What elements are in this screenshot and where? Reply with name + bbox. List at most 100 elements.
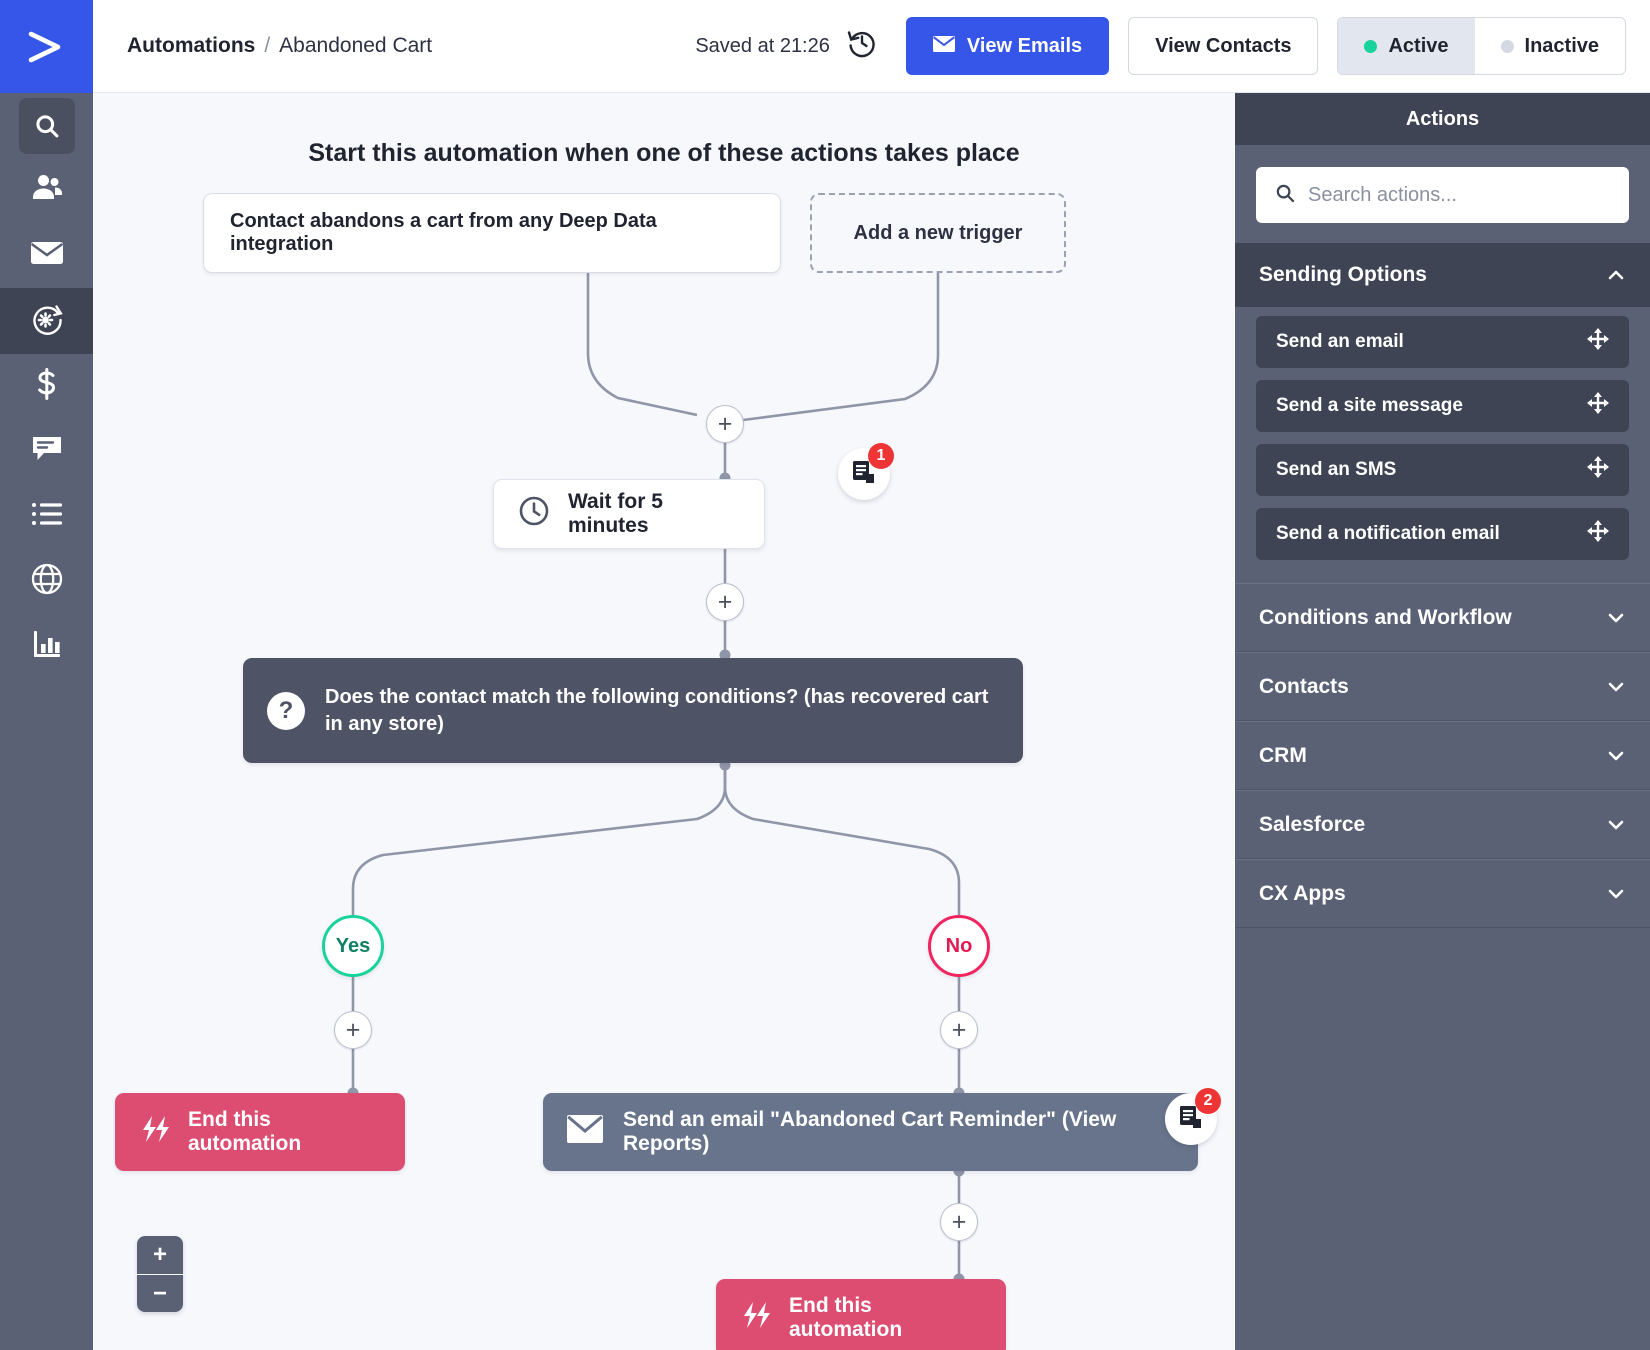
clock-icon bbox=[518, 495, 550, 533]
history-clock-icon[interactable] bbox=[846, 27, 878, 65]
step-wait-report-badge[interactable]: 1 bbox=[838, 443, 894, 500]
action-group-body-sending-options: Send an email Send a site message Send a… bbox=[1235, 307, 1650, 583]
move-handle-icon[interactable] bbox=[1587, 520, 1609, 548]
move-handle-icon[interactable] bbox=[1587, 392, 1609, 420]
sidebar-item-search[interactable] bbox=[0, 93, 93, 158]
group-label: Salesforce bbox=[1259, 812, 1366, 836]
envelope-icon bbox=[932, 35, 955, 58]
action-item-label: Send an email bbox=[1276, 331, 1404, 352]
search-actions-input[interactable] bbox=[1308, 183, 1611, 207]
plus-icon: + bbox=[717, 409, 733, 438]
report-count-badge: 2 bbox=[1195, 1088, 1221, 1114]
step-condition[interactable]: ? Does the contact match the following c… bbox=[243, 658, 1023, 763]
move-handle-icon[interactable] bbox=[1587, 456, 1609, 484]
add-step-button[interactable]: + bbox=[706, 405, 744, 443]
search-actions-box[interactable] bbox=[1256, 167, 1629, 223]
list-icon bbox=[31, 501, 63, 532]
add-step-button[interactable]: + bbox=[940, 1203, 978, 1241]
end-automation-label: End this automation bbox=[188, 1108, 302, 1155]
action-group-header-cx-apps[interactable]: CX Apps bbox=[1235, 859, 1650, 928]
step-end-automation-no[interactable]: End this automation bbox=[716, 1279, 1006, 1350]
step-wait-label: Wait for 5 minutes bbox=[568, 490, 663, 537]
chevron-down-icon bbox=[1606, 746, 1626, 766]
end-automation-icon bbox=[139, 1115, 171, 1149]
group-label: CRM bbox=[1259, 743, 1307, 767]
plus-icon: + bbox=[717, 587, 733, 616]
topbar-actions: View Emails View Contacts Active Inactiv… bbox=[905, 17, 1626, 75]
group-label: CX Apps bbox=[1259, 881, 1346, 905]
action-group-header-contacts[interactable]: Contacts bbox=[1235, 652, 1650, 721]
view-emails-button[interactable]: View Emails bbox=[905, 17, 1110, 75]
globe-icon bbox=[31, 563, 63, 600]
step-condition-label: Does the contact match the following con… bbox=[325, 686, 989, 735]
step-end-automation-yes[interactable]: End this automation bbox=[115, 1093, 405, 1171]
saved-at-label: Saved at 21:26 bbox=[695, 34, 830, 57]
sidebar-item-reports[interactable] bbox=[0, 614, 93, 679]
group-label: Conditions and Workflow bbox=[1259, 605, 1512, 629]
chevron-down-icon bbox=[1606, 608, 1626, 628]
step-wait[interactable]: Wait for 5 minutes bbox=[493, 479, 765, 549]
add-step-button[interactable]: + bbox=[334, 1011, 372, 1049]
sidebar-item-conversations[interactable] bbox=[0, 419, 93, 484]
sidebar-item-lists[interactable] bbox=[0, 484, 93, 549]
status-inactive-option[interactable]: Inactive bbox=[1474, 18, 1625, 74]
breadcrumb-current: Abandoned Cart bbox=[279, 34, 433, 57]
step-send-email-label: Send an email "Abandoned Cart Reminder" … bbox=[623, 1108, 1117, 1155]
search-icon bbox=[1274, 182, 1296, 209]
primary-navigation-rail bbox=[0, 0, 93, 1350]
trigger-card-deep-data[interactable]: Contact abandons a cart from any Deep Da… bbox=[203, 193, 781, 273]
zoom-out-button[interactable]: − bbox=[137, 1274, 183, 1312]
action-item-send-an-sms[interactable]: Send an SMS bbox=[1256, 444, 1629, 496]
activecampaign-logo-icon[interactable] bbox=[0, 0, 93, 93]
view-contacts-button[interactable]: View Contacts bbox=[1128, 17, 1319, 75]
branch-yes-label: Yes bbox=[335, 934, 371, 957]
top-bar: Automations / Abandoned Cart Saved at 21… bbox=[93, 0, 1650, 93]
sidebar-item-automations[interactable] bbox=[0, 288, 93, 354]
group-label: Contacts bbox=[1259, 674, 1349, 698]
breadcrumb-separator: / bbox=[264, 34, 271, 57]
action-item-send-a-site-message[interactable]: Send a site message bbox=[1256, 380, 1629, 432]
inactive-status-dot bbox=[1500, 39, 1514, 53]
action-group-header-salesforce[interactable]: Salesforce bbox=[1235, 790, 1650, 859]
envelope-icon bbox=[30, 240, 64, 271]
sidebar-item-website[interactable] bbox=[0, 549, 93, 614]
breadcrumb: Automations / Abandoned Cart bbox=[127, 34, 432, 58]
step-send-email[interactable]: Send an email "Abandoned Cart Reminder" … bbox=[543, 1093, 1198, 1171]
sidebar-item-deals[interactable] bbox=[0, 354, 93, 419]
chevron-up-icon bbox=[1606, 265, 1626, 285]
move-handle-icon[interactable] bbox=[1587, 328, 1609, 356]
zoom-in-button[interactable]: + bbox=[137, 1236, 183, 1274]
action-group-header-crm[interactable]: CRM bbox=[1235, 721, 1650, 790]
view-contacts-label: View Contacts bbox=[1155, 34, 1292, 57]
breadcrumb-root[interactable]: Automations bbox=[127, 34, 255, 58]
search-icon bbox=[18, 97, 75, 154]
actions-panel: Actions Sending Options Send an email bbox=[1235, 93, 1650, 1350]
bar-chart-icon bbox=[32, 629, 62, 664]
end-automation-label: End this automation bbox=[789, 1294, 903, 1341]
add-step-button[interactable]: + bbox=[940, 1011, 978, 1049]
add-new-trigger-button[interactable]: Add a new trigger bbox=[810, 193, 1066, 273]
sidebar-item-campaigns[interactable] bbox=[0, 223, 93, 288]
status-inactive-label: Inactive bbox=[1524, 34, 1599, 57]
action-item-send-an-email[interactable]: Send an email bbox=[1256, 316, 1629, 368]
action-item-label: Send an SMS bbox=[1276, 459, 1397, 480]
action-group-header-sending-options[interactable]: Sending Options bbox=[1235, 243, 1650, 307]
envelope-icon bbox=[567, 1115, 603, 1149]
add-step-button[interactable]: + bbox=[706, 583, 744, 621]
action-group-header-conditions-and-workflow[interactable]: Conditions and Workflow bbox=[1235, 583, 1650, 652]
automation-canvas[interactable]: Start this automation when one of these … bbox=[93, 93, 1235, 1350]
plus-icon: + bbox=[951, 1015, 967, 1044]
step-send-email-report-badge[interactable]: 2 bbox=[1165, 1088, 1221, 1145]
branch-no[interactable]: No bbox=[928, 915, 990, 977]
plus-icon: + bbox=[345, 1015, 361, 1044]
save-status: Saved at 21:26 bbox=[695, 27, 878, 65]
report-count-badge: 1 bbox=[868, 443, 894, 469]
sidebar-item-contacts[interactable] bbox=[0, 158, 93, 223]
status-active-option[interactable]: Active bbox=[1338, 18, 1475, 74]
branch-yes[interactable]: Yes bbox=[322, 915, 384, 977]
contacts-icon bbox=[31, 173, 63, 208]
question-mark-icon: ? bbox=[267, 691, 305, 730]
zoom-controls: + − bbox=[137, 1236, 183, 1312]
action-item-send-a-notification-email[interactable]: Send a notification email bbox=[1256, 508, 1629, 560]
chevron-down-icon bbox=[1606, 815, 1626, 835]
